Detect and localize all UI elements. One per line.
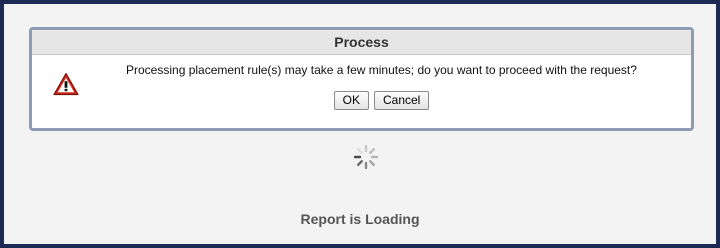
process-dialog: Process Processing placement rule(s) may… (29, 27, 694, 131)
loading-text: Report is Loading (300, 211, 420, 227)
dialog-title: Process (32, 30, 691, 55)
dialog-buttons: OK Cancel (32, 91, 691, 110)
dialog-message: Processing placement rule(s) may take a … (126, 63, 637, 77)
report-frame: Process Processing placement rule(s) may… (0, 0, 720, 248)
ok-button[interactable]: OK (333, 91, 369, 110)
loading-spinner-icon (353, 144, 379, 170)
cancel-button[interactable]: Cancel (373, 91, 430, 110)
